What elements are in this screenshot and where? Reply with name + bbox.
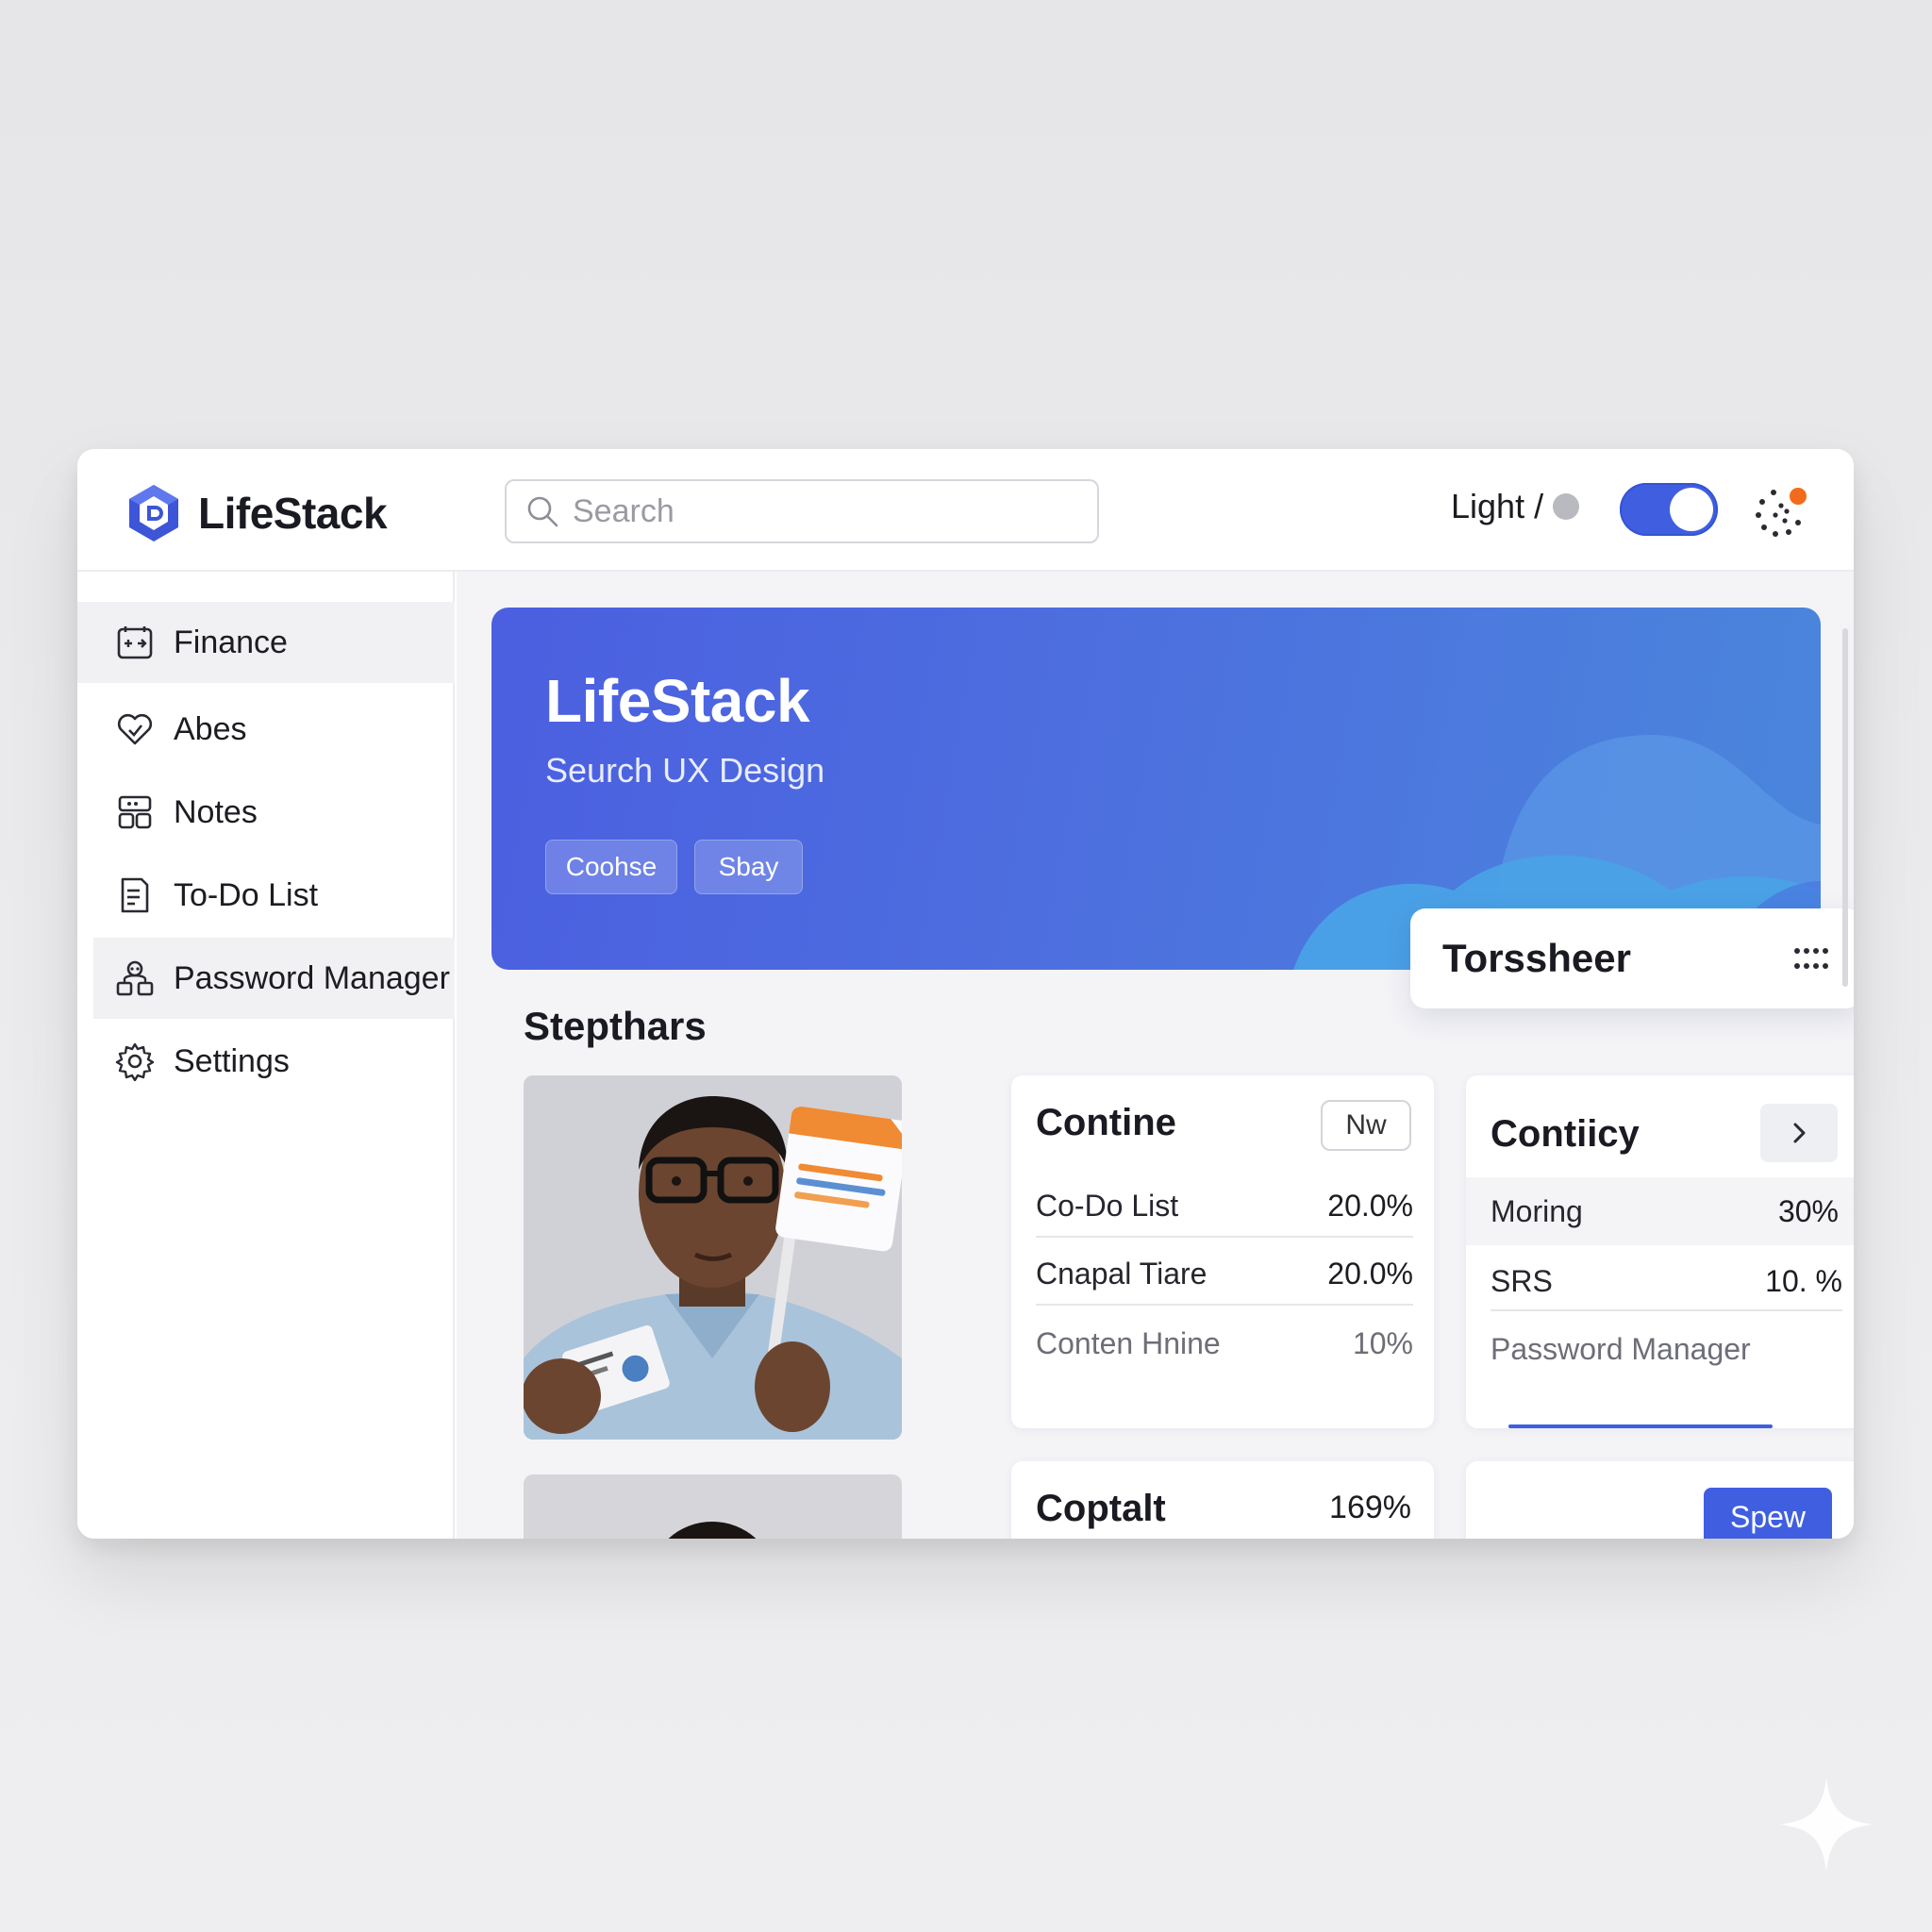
- sparkle-icon: [1779, 1777, 1874, 1872]
- table-row[interactable]: Co-Do List 20.0%: [1036, 1172, 1413, 1240]
- notes-icon: [118, 795, 152, 829]
- hero-subtitle: Seurch UX Design: [545, 751, 825, 790]
- search-box[interactable]: [505, 479, 1099, 543]
- row-label: Conten Hnine: [1036, 1325, 1221, 1360]
- password-icon: [116, 960, 154, 996]
- row-divider: [1036, 1304, 1413, 1306]
- row-label: Moring: [1491, 1193, 1583, 1228]
- main-content: LifeStack Seurch UX Design Coohse Sbay T…: [457, 572, 1854, 1539]
- table-row[interactable]: Conten Hnine 10%: [1036, 1309, 1413, 1377]
- row-label: SRS: [1491, 1263, 1553, 1298]
- row-value: 30%: [1777, 1193, 1839, 1228]
- sidebar-item-notes[interactable]: Notes: [77, 772, 455, 853]
- lifestack-logo-icon: [129, 485, 178, 541]
- theme-toggle[interactable]: [1620, 483, 1718, 536]
- card-contiicy[interactable]: Contiicy Moring 30% SRS 10. % Password M…: [1466, 1075, 1854, 1428]
- heart-icon: [117, 713, 153, 745]
- progress-indicator: [1508, 1424, 1773, 1428]
- sidebar-item-password-manager[interactable]: Password Manager: [93, 938, 455, 1019]
- toggle-knob: [1670, 488, 1713, 531]
- sidebar-item-finance[interactable]: Finance: [77, 602, 455, 683]
- floating-card-title: Torssheer: [1442, 936, 1631, 980]
- row-label: Cnapal Tiare: [1036, 1256, 1208, 1291]
- table-row[interactable]: Moring 30%: [1466, 1177, 1854, 1245]
- sidebar-item-settings[interactable]: Settings: [77, 1021, 455, 1102]
- row-label: Co-Do List: [1036, 1188, 1179, 1223]
- sidebar-item-todo-list[interactable]: To-Do List: [77, 855, 455, 936]
- new-badge-button[interactable]: Nw: [1321, 1100, 1411, 1151]
- sidebar-item-abes[interactable]: Abes: [77, 689, 455, 770]
- notification-badge: [1790, 488, 1807, 505]
- card-title: Contiicy: [1491, 1113, 1640, 1155]
- profile-photo-secondary: [524, 1474, 902, 1539]
- card-spew: Spew: [1466, 1461, 1854, 1539]
- spew-button[interactable]: Spew: [1704, 1488, 1832, 1539]
- card-title: Coptalt: [1036, 1488, 1166, 1529]
- sidebar-item-label: Settings: [174, 1042, 290, 1079]
- card-contine[interactable]: Contine Nw Co-Do List 20.0% Cnapal Tiare…: [1011, 1075, 1434, 1428]
- table-row[interactable]: SRS 10. %: [1491, 1247, 1842, 1315]
- card-coptalt[interactable]: Coptalt 169%: [1011, 1461, 1434, 1539]
- row-divider: [1036, 1236, 1413, 1238]
- app-window: LifeStack Light /: [77, 449, 1854, 1539]
- card-value: 169%: [1329, 1490, 1411, 1525]
- grid-dots-icon[interactable]: [1791, 940, 1829, 977]
- profile-photo: [524, 1075, 902, 1440]
- sidebar-item-label: Abes: [174, 710, 247, 747]
- theme-dot-icon: [1553, 493, 1580, 520]
- finance-icon: [117, 626, 153, 659]
- search-input[interactable]: [573, 492, 1063, 530]
- row-divider: [1491, 1309, 1842, 1311]
- top-bar: LifeStack Light /: [77, 449, 1854, 572]
- sidebar-item-label: Finance: [174, 624, 288, 660]
- row-value: 10%: [1352, 1325, 1413, 1360]
- row-value: 20.0%: [1327, 1188, 1413, 1223]
- notification-icon[interactable]: [1753, 485, 1809, 541]
- hero-title: LifeStack: [545, 667, 810, 735]
- todo-icon: [121, 877, 149, 913]
- section-title: Stepthars: [524, 1004, 707, 1048]
- person-illustration-secondary: [524, 1474, 902, 1539]
- app-name: LifeStack: [198, 489, 388, 538]
- gear-icon: [115, 1042, 155, 1081]
- theme-indicator: Light /: [1451, 487, 1580, 526]
- search-icon: [527, 496, 558, 527]
- theme-label: Light /: [1451, 487, 1544, 525]
- sidebar-item-label: Notes: [174, 793, 258, 830]
- row-value: 10. %: [1765, 1263, 1842, 1298]
- chevron-right-icon: [1793, 1123, 1806, 1143]
- sidebar: Finance Abes Notes To-Do List Password M…: [77, 572, 455, 1539]
- sidebar-item-label: To-Do List: [174, 876, 319, 913]
- floating-card[interactable]: Torssheer: [1410, 908, 1854, 1008]
- hero-button-secondary[interactable]: Sbay: [694, 840, 803, 894]
- sidebar-item-label: Password Manager: [174, 959, 450, 996]
- hero-button-primary[interactable]: Coohse: [545, 840, 677, 894]
- card-title: Contine: [1036, 1102, 1176, 1143]
- scrollbar[interactable]: [1842, 628, 1848, 987]
- footer-label: Password Manager: [1491, 1331, 1751, 1366]
- brand[interactable]: LifeStack: [126, 483, 388, 543]
- row-value: 20.0%: [1327, 1256, 1413, 1291]
- table-row[interactable]: Cnapal Tiare 20.0%: [1036, 1240, 1413, 1307]
- card-footer-link[interactable]: Password Manager: [1491, 1315, 1842, 1383]
- card-expand-button[interactable]: [1760, 1104, 1838, 1162]
- person-illustration: [524, 1075, 902, 1440]
